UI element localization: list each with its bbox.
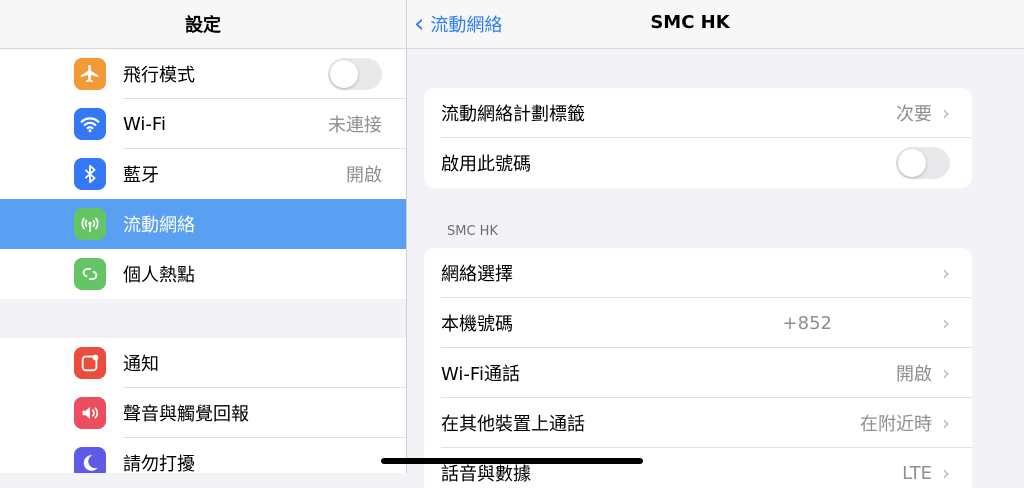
sidebar-item-airplane-mode[interactable]: 飛行模式 <box>0 49 406 99</box>
row-value: 在附近時 <box>860 414 932 435</box>
row-label: 在其他裝置上通話 <box>441 414 585 435</box>
bluetooth-icon <box>74 158 106 190</box>
row-enable-line: 啟用此號碼 <box>424 138 972 188</box>
row-calls-other-devices[interactable]: 在其他裝置上通話 在附近時 › <box>424 398 972 448</box>
settings-sidebar: 設定 飛行模式 Wi-Fi 未連接 藍牙 開啟 流動網絡 個人熱點 通知 聲音與… <box>0 0 406 473</box>
row-label: 本機號碼 <box>441 314 513 335</box>
page-title: SMC HK <box>650 12 730 33</box>
carrier-card: 網絡選擇 › 本機號碼 +852 › Wi-Fi通話 開啟 › 在其他裝置上通話… <box>424 248 972 488</box>
section-header: SMC HK <box>447 224 498 239</box>
row-label: 網絡選擇 <box>441 264 513 285</box>
row-value: 開啟 <box>896 364 932 385</box>
row-my-number[interactable]: 本機號碼 +852 › <box>424 298 972 348</box>
sidebar-item-personal-hotspot[interactable]: 個人熱點 <box>0 249 406 299</box>
sidebar-group-connectivity: 飛行模式 Wi-Fi 未連接 藍牙 開啟 流動網絡 個人熱點 <box>0 49 406 299</box>
moon-icon <box>74 447 106 473</box>
sidebar-title: 設定 <box>0 0 406 49</box>
chevron-right-icon: › <box>942 311 950 335</box>
split-divider <box>406 0 407 473</box>
sidebar-item-label: 通知 <box>123 354 159 375</box>
row-network-selection[interactable]: 網絡選擇 › <box>424 248 972 298</box>
sidebar-group-general: 通知 聲音與觸覺回報 請勿打擾 <box>0 338 406 473</box>
row-value: +852 <box>782 312 832 334</box>
back-button-label: 流動網絡 <box>430 15 503 36</box>
wifi-icon <box>74 108 106 140</box>
sidebar-item-label: 藍牙 <box>123 165 159 186</box>
chevron-right-icon: › <box>942 411 950 435</box>
sidebar-item-label: 流動網絡 <box>123 215 195 236</box>
row-value: 次要 <box>896 104 932 125</box>
sidebar-item-label: 個人熱點 <box>123 265 195 286</box>
sidebar-item-label: 飛行模式 <box>123 65 195 86</box>
chevron-right-icon: › <box>942 101 950 125</box>
bluetooth-status: 開啟 <box>346 165 382 186</box>
sidebar-item-notifications[interactable]: 通知 <box>0 338 406 388</box>
hotspot-icon <box>74 258 106 290</box>
sound-icon <box>74 397 106 429</box>
row-voice-data[interactable]: 話音與數據 LTE › <box>424 448 972 488</box>
home-indicator[interactable] <box>381 458 643 464</box>
plan-card: 流動網絡計劃標籤 次要 › 啟用此號碼 <box>424 88 972 188</box>
chevron-right-icon: › <box>942 261 950 285</box>
row-label: 流動網絡計劃標籤 <box>441 104 585 125</box>
chevron-left-icon: ‹ <box>414 9 425 39</box>
sidebar-item-cellular[interactable]: 流動網絡 <box>0 199 406 249</box>
sidebar-item-do-not-disturb[interactable]: 請勿打擾 <box>0 438 406 473</box>
sidebar-item-label: 請勿打擾 <box>123 454 195 473</box>
wifi-status: 未連接 <box>328 115 382 136</box>
sidebar-item-label: Wi-Fi <box>123 113 166 135</box>
sidebar-item-wifi[interactable]: Wi-Fi 未連接 <box>0 99 406 149</box>
row-label: Wi-Fi通話 <box>441 364 520 385</box>
sidebar-item-bluetooth[interactable]: 藍牙 開啟 <box>0 149 406 199</box>
enable-line-toggle[interactable] <box>896 147 950 179</box>
cellular-icon <box>74 208 106 240</box>
sidebar-item-sounds-haptics[interactable]: 聲音與觸覺回報 <box>0 388 406 438</box>
row-wifi-calling[interactable]: Wi-Fi通話 開啟 › <box>424 348 972 398</box>
row-plan-label[interactable]: 流動網絡計劃標籤 次要 › <box>424 88 972 138</box>
airplane-mode-toggle[interactable] <box>328 58 382 90</box>
chevron-right-icon: › <box>942 361 950 385</box>
chevron-right-icon: › <box>942 461 950 485</box>
notifications-icon <box>74 347 106 379</box>
back-button[interactable]: ‹ 流動網絡 <box>414 10 502 38</box>
row-value: LTE <box>902 462 932 484</box>
airplane-icon <box>74 58 106 90</box>
row-label: 啟用此號碼 <box>441 154 531 175</box>
sidebar-item-label: 聲音與觸覺回報 <box>123 404 249 425</box>
